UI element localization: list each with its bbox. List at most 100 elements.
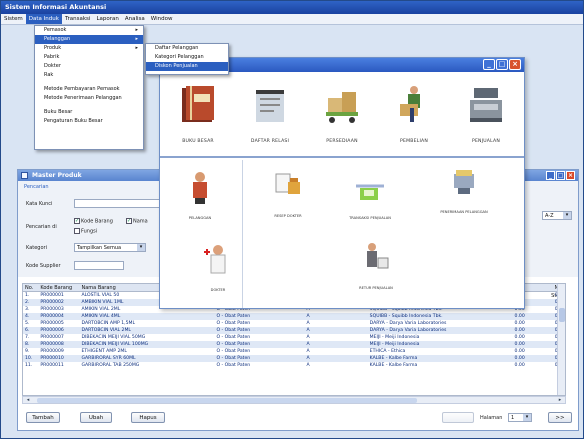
horizontal-scrollbar[interactable]: ◂ ▸ bbox=[22, 396, 566, 404]
pencarian-di-label: Pencarian di bbox=[26, 224, 57, 230]
checkbox-unchecked-icon bbox=[74, 228, 80, 234]
table-row[interactable]: 5. PR000005 DARTOBCIN AMP 1,5ML O - Obat Pa… bbox=[23, 320, 565, 327]
menu-item-dokter[interactable]: Dokter bbox=[35, 62, 143, 71]
scroll-left-icon[interactable]: ◂ bbox=[24, 397, 32, 403]
sub-transaksi-penjualan[interactable]: TRANSAKSI PENJUALAN bbox=[342, 170, 398, 232]
kode-supplier-label: Kode Supplier bbox=[26, 263, 61, 269]
table-cell: 11. bbox=[25, 363, 33, 368]
hapus-button[interactable]: Hapus bbox=[131, 412, 165, 423]
table-cell: 7. bbox=[25, 335, 30, 340]
table-cell: DIBEKACIN MEIJI VIAL 100MG bbox=[81, 342, 149, 347]
nama-checkbox[interactable]: ✓ Nama bbox=[126, 218, 148, 225]
sub-dokter[interactable]: DOKTER bbox=[190, 242, 246, 304]
sub-penerimaan-pelanggan[interactable]: PENERIMAAN PELANGGAN bbox=[436, 164, 492, 226]
checkbox-checked-icon: ✓ bbox=[126, 218, 132, 224]
fungsi-checkbox[interactable]: Fungsi bbox=[74, 228, 97, 235]
menu-laporan[interactable]: Laporan bbox=[93, 14, 121, 24]
menu-bar: Sistem Data Induk Transaksi Laporan Analisa W… bbox=[1, 14, 583, 25]
column-header[interactable] bbox=[525, 284, 541, 291]
table-cell: 6. bbox=[25, 328, 30, 333]
table-cell: 1. bbox=[25, 293, 30, 298]
table-row[interactable]: 4. PR000004 AMIKIN VIAL 4ML O - Obat Paten A… bbox=[23, 313, 565, 320]
tambah-button[interactable]: Tambah bbox=[26, 412, 60, 423]
kategori-select[interactable]: Tampilkan Semua ▾ bbox=[74, 243, 146, 252]
kategori-label: Kategori bbox=[26, 245, 47, 251]
scroll-thumb[interactable] bbox=[559, 308, 565, 322]
module-daftar-relasi[interactable]: DAFTAR RELASI bbox=[234, 72, 306, 158]
table-row[interactable]: 11. PR000011 GARBIRORAL TAB 250MG O - Obat … bbox=[23, 362, 565, 369]
table-cell: O - Obat Paten bbox=[216, 363, 251, 368]
kode-supplier-input[interactable] bbox=[74, 261, 124, 270]
table-row[interactable]: 9. PR000009 ETHIGENT AMP 2ML O - Obat Paten… bbox=[23, 348, 565, 355]
menu-item-pelanggan[interactable]: Pelanggan ▸ bbox=[35, 35, 143, 44]
table-cell: PR000004 bbox=[40, 314, 64, 319]
table-cell: 2. bbox=[25, 300, 30, 305]
table-cell: AMIKIN VIAL 4ML bbox=[81, 314, 121, 319]
menu-item-pemasok[interactable]: Pemasok ▸ bbox=[35, 26, 143, 35]
halaman-select[interactable]: 1 ▾ bbox=[508, 413, 532, 422]
sub-retur-penjualan[interactable]: RETUR PENJUALAN bbox=[348, 240, 404, 302]
close-button[interactable]: × bbox=[509, 59, 521, 70]
app-window: Sistem Informasi Akuntansi Sistem Data In… bbox=[0, 0, 584, 439]
table-row[interactable]: 7. PR000007 DIBEKACIN MEIJI VIAL 50MG O - O… bbox=[23, 334, 565, 341]
table-row[interactable]: 6. PR000006 DARTOBCIN VIAL 2ML O - Obat Pat… bbox=[23, 327, 565, 334]
menu-window[interactable]: Window bbox=[148, 14, 176, 24]
table-cell: DARTOBCIN VIAL 2ML bbox=[81, 328, 131, 333]
table-cell: DARYA - Darya Varia Laboratories bbox=[369, 321, 447, 326]
maximize-button[interactable]: □ bbox=[556, 171, 565, 180]
menu-analisa[interactable]: Analisa bbox=[122, 14, 148, 24]
kata-kunci-input[interactable] bbox=[74, 199, 164, 208]
column-header[interactable]: No. bbox=[23, 284, 40, 291]
table-cell: DIBEKACIN MEIJI VIAL 50MG bbox=[81, 335, 146, 340]
minimize-button[interactable]: _ bbox=[546, 171, 555, 180]
menu-item-rak[interactable]: Rak bbox=[35, 71, 143, 80]
submenu-item-diskon-penjualan[interactable]: Diskon Penjualan bbox=[146, 62, 228, 71]
menu-data-induk[interactable]: Data Induk bbox=[25, 14, 62, 24]
sort-select[interactable]: A-Z ▾ bbox=[542, 211, 572, 220]
table-cell: 10. bbox=[25, 356, 33, 361]
menu-item-metode-penerimaan-pelanggan[interactable]: Metode Penerimaan Pelanggan bbox=[35, 94, 143, 103]
menu-sistem[interactable]: Sistem bbox=[1, 14, 26, 24]
data-induk-menu: Pemasok ▸ Pelanggan ▸ Produk ▸ Pabrik Dokter Rak… bbox=[34, 25, 144, 150]
scroll-thumb[interactable] bbox=[37, 398, 417, 403]
menu-transaksi[interactable]: Transaksi bbox=[62, 14, 93, 24]
prev-page-button[interactable] bbox=[442, 412, 474, 423]
menu-item-buku-besar[interactable]: Buku Besar bbox=[35, 108, 143, 117]
prescription-icon bbox=[275, 173, 300, 194]
table-cell bbox=[525, 313, 541, 320]
maximize-button[interactable]: □ bbox=[496, 59, 508, 70]
kode-barang-checkbox[interactable]: ✓ Kode Barang bbox=[74, 218, 113, 225]
table-cell bbox=[525, 299, 541, 306]
vertical-scrollbar[interactable] bbox=[557, 284, 565, 395]
checkbox-checked-icon: ✓ bbox=[74, 218, 80, 224]
search-section-label: Pencarian bbox=[24, 184, 49, 190]
submenu-arrow-icon: ▸ bbox=[135, 27, 138, 33]
module-buku-besar[interactable]: BUKU BESAR bbox=[162, 72, 234, 158]
table-cell: 0.00 bbox=[514, 328, 525, 333]
menu-item-pengaturan-buku-besar[interactable]: Pengaturan Buku Besar bbox=[35, 117, 143, 126]
module-persediaan[interactable]: PERSEDIAAN bbox=[306, 72, 378, 158]
master-produk-title: Master Produk bbox=[32, 172, 82, 179]
sub-resep-dokter[interactable]: RESEP DOKTER bbox=[260, 168, 316, 230]
scroll-right-icon[interactable]: ▸ bbox=[556, 397, 564, 403]
menu-item-produk[interactable]: Produk ▸ bbox=[35, 44, 143, 53]
submenu-item-daftar-pelanggan[interactable]: Daftar Pelanggan bbox=[146, 44, 228, 53]
payment-receipt-icon bbox=[454, 170, 474, 194]
menu-item-pabrik[interactable]: Pabrik bbox=[35, 53, 143, 62]
minimize-button[interactable]: _ bbox=[483, 59, 495, 70]
table-row[interactable]: 10. PR000010 GARBIRORAL SYR 60ML O - Obat P… bbox=[23, 355, 565, 362]
submenu-item-kategori-pelanggan[interactable]: Kategori Pelanggan bbox=[146, 53, 228, 62]
module-pembelian[interactable]: PEMBELIAN bbox=[378, 72, 450, 158]
menu-item-metode-pembayaran-pemasok[interactable]: Metode Pembayaran Pemasok bbox=[35, 85, 143, 94]
table-cell: 0.00 bbox=[514, 321, 525, 326]
sub-pelanggan[interactable]: PELANGGAN bbox=[172, 170, 228, 232]
close-button[interactable]: × bbox=[566, 171, 575, 180]
module-penjualan[interactable]: PENJUALAN bbox=[450, 72, 522, 158]
window-icon bbox=[21, 172, 28, 179]
next-page-button[interactable]: >> bbox=[548, 412, 572, 423]
main-menu-window: _ □ × BUKU BESAR DAFTAR RELASI PERSEDIAA… bbox=[159, 57, 525, 309]
table-row[interactable]: 8. PR000008 DIBEKACIN MEIJI VIAL 100MG O - … bbox=[23, 341, 565, 348]
ubah-button[interactable]: Ubah bbox=[80, 412, 112, 423]
column-header[interactable]: Kode Barang bbox=[40, 284, 81, 291]
table-cell: KALBE - Kalbe Farma bbox=[369, 356, 418, 361]
